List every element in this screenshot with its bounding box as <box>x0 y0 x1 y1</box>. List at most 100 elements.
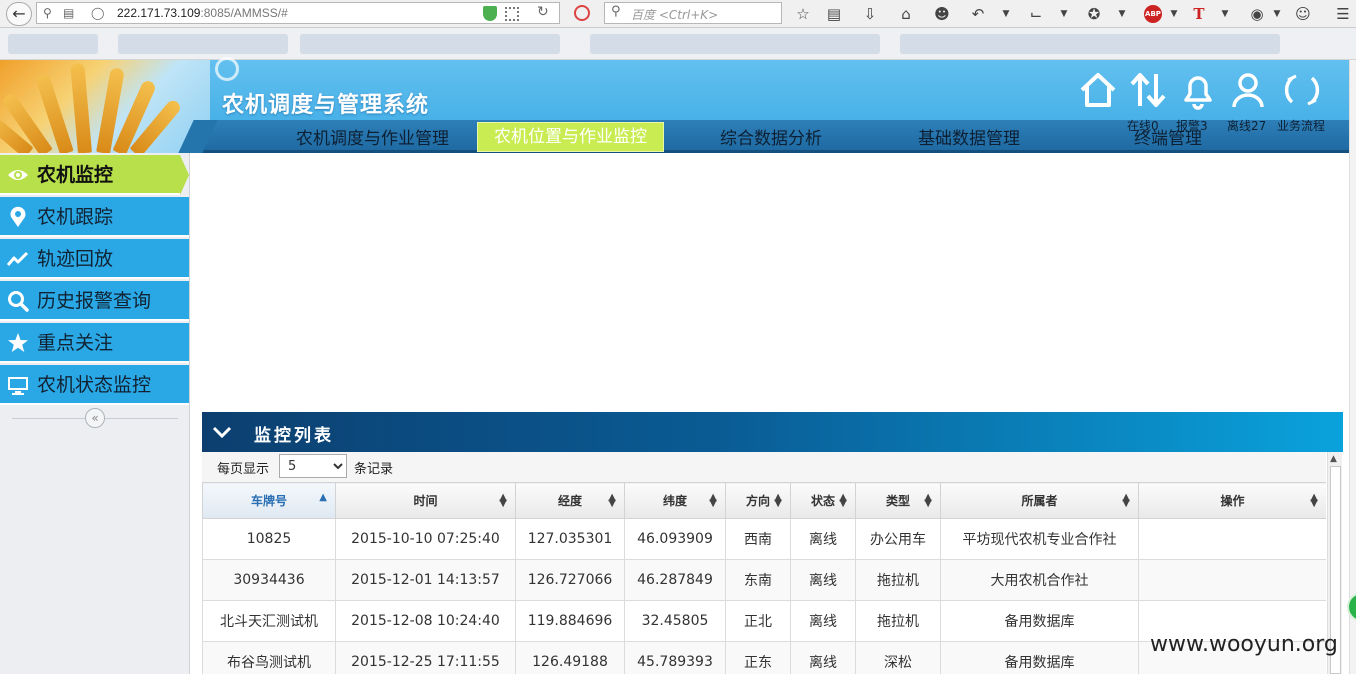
cell-plate: 布谷鸟测试机 <box>202 641 336 674</box>
home-icon[interactable] <box>1078 70 1118 110</box>
bell-icon[interactable] <box>1178 70 1218 110</box>
collapse-sidebar-button[interactable]: « <box>85 408 105 428</box>
menu-icon[interactable]: ☰ <box>1332 3 1354 25</box>
message-icon[interactable]: ☺ <box>1292 3 1314 25</box>
cell-longitude: 127.035301 <box>515 518 625 560</box>
nav-data-analysis[interactable]: 综合数据分析 <box>720 126 822 152</box>
chevron-down-icon[interactable]: ▼ <box>1111 3 1133 25</box>
chevron-down-icon[interactable]: ▼ <box>1053 3 1075 25</box>
cell-direction: 东南 <box>725 559 791 601</box>
page-scrollbar[interactable] <box>1349 60 1356 674</box>
sort-icon: ▲ ▼ <box>1122 492 1130 509</box>
sort-icon: ▲ ▼ <box>774 492 782 509</box>
bug-icon[interactable]: ✪ <box>1083 3 1105 25</box>
chevron-down-icon[interactable] <box>212 422 232 442</box>
page-size-label: 每页显示 <box>217 462 270 477</box>
col-action[interactable]: 操作 ▲ ▼ <box>1138 482 1326 519</box>
stat-alarm[interactable]: 报警3 <box>1176 117 1208 134</box>
col-longitude[interactable]: 经度 ▲ ▼ <box>515 482 625 519</box>
download-icon[interactable]: ⇩ <box>859 3 881 25</box>
records-label: 条记录 <box>354 462 394 477</box>
chevron-down-icon[interactable]: ▼ <box>1266 3 1288 25</box>
cell-longitude: 126.49188 <box>515 641 625 674</box>
page-size-select[interactable]: 5 <box>279 454 347 478</box>
sidebar-item-machine-monitor[interactable]: 农机监控 <box>0 155 189 195</box>
cell-plate: 30934436 <box>202 559 336 601</box>
stat-workflow[interactable]: 业务流程 <box>1277 117 1325 134</box>
sidebar-item-machine-track[interactable]: 农机跟踪 <box>0 197 189 237</box>
bookmarks-bar <box>0 28 1356 60</box>
cell-longitude: 119.884696 <box>515 600 625 642</box>
reload-icon[interactable]: ↻ <box>537 4 549 20</box>
cell-owner: 平坊现代农机专业合作社 <box>940 518 1139 560</box>
cell-owner: 大用农机合作社 <box>940 559 1139 601</box>
col-latitude[interactable]: 纬度 ▲ ▼ <box>624 482 726 519</box>
page-icon: ▤ <box>63 6 75 20</box>
block-icon[interactable] <box>574 5 590 21</box>
col-label: 经度 <box>557 494 582 508</box>
chevron-down-icon[interactable]: ▼ <box>995 3 1017 25</box>
nav-location-monitor[interactable]: 农机位置与作业监控 <box>477 122 664 152</box>
stat-online[interactable]: 在线0 <box>1127 117 1159 134</box>
col-time[interactable]: 时间 ▲ ▼ <box>335 482 516 519</box>
cell-status: 离线 <box>790 600 856 642</box>
sidebar-item-focus[interactable]: 重点关注 <box>0 323 189 363</box>
url-path: :8085/AMMSS/# <box>200 6 288 20</box>
monitor-list-header[interactable]: 监控列表 <box>202 412 1343 452</box>
col-label: 状态 <box>810 494 835 508</box>
cell-owner: 备用数据库 <box>940 600 1139 642</box>
sidebar-item-alarm-history[interactable]: 历史报警查询 <box>0 281 189 321</box>
user-icon[interactable] <box>1228 70 1268 110</box>
cell-latitude: 32.45805 <box>624 600 726 642</box>
home-icon[interactable]: ⌂ <box>895 3 917 25</box>
browser-toolbar: ← ⚲ ▤ ◯ 222.171.73.109:8085/AMMSS/# ↻ ⚲ … <box>0 0 1356 28</box>
cell-time: 2015-12-25 17:11:55 <box>335 641 516 674</box>
back-button[interactable]: ← <box>6 2 32 26</box>
nav-basic-data[interactable]: 基础数据管理 <box>918 126 1020 152</box>
cell-plate: 北斗天汇测试机 <box>202 600 336 642</box>
sidebar-item-status-monitor[interactable]: 农机状态监控 <box>0 365 189 405</box>
sort-icon: ▲ ▼ <box>499 492 507 509</box>
col-plate[interactable]: 车牌号 ▲ <box>202 482 336 519</box>
url-host: 222.171.73.109 <box>117 6 201 20</box>
chevron-down-icon[interactable]: ▼ <box>1163 3 1185 25</box>
cell-action[interactable] <box>1138 559 1326 601</box>
table-row[interactable]: 10825 2015-10-10 07:25:40 127.035301 46.… <box>202 518 1326 560</box>
adblock-icon[interactable]: ABP <box>1144 5 1162 23</box>
blurred-bookmark <box>900 34 1280 54</box>
text-tool-icon[interactable]: T <box>1188 3 1210 25</box>
qr-code-icon[interactable] <box>505 7 519 21</box>
col-direction[interactable]: 方向 ▲ ▼ <box>725 482 791 519</box>
col-status[interactable]: 状态 ▲ ▼ <box>790 482 856 519</box>
crop-icon[interactable]: ⌙ <box>1025 3 1047 25</box>
stat-offline[interactable]: 离线27 <box>1227 117 1266 134</box>
transfer-arrows-icon[interactable] <box>1128 70 1168 110</box>
location-pin-icon <box>10 206 26 227</box>
star-bookmark-icon[interactable]: ☆ <box>792 3 814 25</box>
col-label: 方向 <box>745 494 770 508</box>
shield-icon[interactable] <box>483 6 497 21</box>
table-row[interactable]: 30934436 2015-12-01 14:13:57 126.727066 … <box>202 559 1326 601</box>
refresh-cycle-icon[interactable] <box>1282 70 1322 110</box>
eye-extension-icon[interactable]: ◉ <box>1246 3 1268 25</box>
search-placeholder: 百度 <Ctrl+K> <box>631 8 719 22</box>
col-label: 时间 <box>413 494 438 508</box>
undo-icon[interactable]: ↶ <box>967 3 989 25</box>
search-box[interactable]: ⚲ 百度 <Ctrl+K> <box>604 2 782 24</box>
nav-dispatch[interactable]: 农机调度与作业管理 <box>296 126 449 152</box>
sidebar-item-track-replay[interactable]: 轨迹回放 <box>0 239 189 279</box>
clipboard-icon[interactable]: ▤ <box>823 3 845 25</box>
chevron-down-icon[interactable]: ▼ <box>1214 3 1236 25</box>
col-type[interactable]: 类型 ▲ ▼ <box>855 482 941 519</box>
cell-direction: 西南 <box>725 518 791 560</box>
sidebar-item-label: 农机监控 <box>37 164 114 186</box>
col-owner[interactable]: 所属者 ▲ ▼ <box>940 482 1139 519</box>
address-bar[interactable]: ⚲ ▤ ◯ 222.171.73.109:8085/AMMSS/# ↻ <box>36 2 560 24</box>
cell-type: 深松 <box>855 641 941 674</box>
chat-icon[interactable]: ☻ <box>931 3 953 25</box>
sort-icon: ▲ ▼ <box>608 492 616 509</box>
decor-circle <box>215 57 239 81</box>
cell-action[interactable] <box>1138 518 1326 560</box>
blurred-bookmark <box>590 34 880 54</box>
scroll-up-icon[interactable]: ▲ <box>1330 454 1337 464</box>
